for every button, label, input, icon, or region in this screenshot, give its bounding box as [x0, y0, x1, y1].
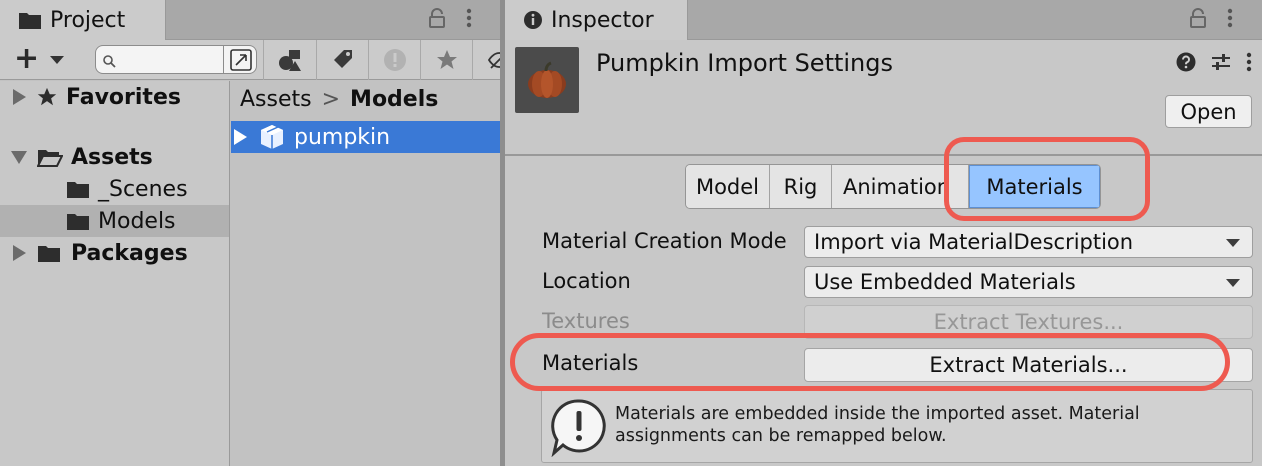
project-tab[interactable]: Project [0, 0, 166, 40]
project-tab-bar: Project [0, 0, 500, 40]
location-label: Location [542, 269, 631, 293]
breadcrumb-models[interactable]: Models [350, 87, 438, 112]
inspector-window-controls [1189, 0, 1233, 40]
preset-settings-icon[interactable] [1210, 52, 1232, 76]
tab-materials[interactable]: Materials [969, 165, 1100, 208]
tree-item-assets[interactable]: Assets [0, 141, 229, 173]
tree-item-label: Favorites [66, 84, 181, 110]
inspector-header-title: Pumpkin Import Settings [596, 49, 893, 77]
breadcrumb: Assets > Models [240, 87, 438, 112]
tree-item-label: Assets [71, 144, 153, 170]
tree-item-label: Packages [71, 240, 188, 266]
project-toolbar: + [0, 40, 500, 80]
tab-model[interactable]: Model [686, 165, 770, 208]
tab-animation[interactable]: Animation [832, 165, 969, 208]
help-message: Materials are embedded inside the import… [615, 404, 1140, 446]
collapse-arrow-icon[interactable] [11, 150, 27, 164]
hidden-packages-icon[interactable] [472, 40, 500, 80]
add-asset-dropdown-icon[interactable] [50, 56, 64, 64]
import-settings-tabs: Model Rig Animation Materials [685, 164, 1101, 209]
info-bubble-icon [550, 397, 608, 461]
search-icon [103, 53, 116, 72]
tree-item-packages[interactable]: Packages [0, 237, 229, 269]
folder-icon [37, 243, 61, 263]
folder-icon [18, 10, 42, 30]
label-icon[interactable] [316, 40, 368, 80]
file-item-pumpkin[interactable]: pumpkin [231, 121, 500, 153]
pumpkin-icon [528, 61, 566, 98]
project-folder-tree: Favorites Assets _Scenes Models Packages [0, 81, 230, 466]
project-panel: Project + Favorites Assets _Scenes Model… [0, 0, 500, 466]
tree-item-label: Models [98, 208, 176, 234]
inspector-tab-bar: Inspector [505, 0, 1262, 40]
search-input[interactable] [118, 49, 218, 70]
materials-label: Materials [542, 351, 639, 375]
info-help-box: Materials are embedded inside the import… [541, 389, 1253, 463]
tree-item-models[interactable]: Models [0, 205, 229, 237]
dropdown-value: Import via MaterialDescription [814, 230, 1134, 254]
extract-textures-button: Extract Textures... [804, 305, 1253, 339]
project-files-pane: Assets > Models pumpkin [231, 81, 500, 466]
search-mode-icon [229, 48, 252, 71]
search-field[interactable] [95, 45, 257, 74]
search-mode-button[interactable] [223, 46, 257, 73]
context-menu-icon[interactable] [1246, 52, 1252, 76]
tree-item-favorites[interactable]: Favorites [0, 81, 229, 113]
open-folder-icon [37, 147, 63, 167]
header-separator [505, 154, 1262, 156]
error-icon[interactable] [368, 40, 420, 80]
lock-icon[interactable] [1189, 7, 1207, 33]
inspector-tab-label: Inspector [551, 7, 654, 33]
info-icon [523, 10, 543, 30]
breadcrumb-separator: > [321, 87, 341, 112]
model-prefab-icon [258, 123, 286, 151]
search-by-type-icon[interactable] [263, 40, 315, 80]
dropdown-arrow-icon [1226, 239, 1240, 247]
lock-icon[interactable] [428, 7, 446, 33]
more-menu-icon[interactable] [1227, 8, 1233, 33]
dropdown-value: Use Embedded Materials [814, 270, 1076, 294]
material-creation-mode-label: Material Creation Mode [542, 229, 787, 253]
inspector-tab[interactable]: Inspector [505, 0, 688, 40]
help-icon[interactable] [1176, 52, 1196, 76]
asset-preview-thumbnail [515, 47, 579, 113]
expand-arrow-icon[interactable] [234, 129, 247, 145]
dropdown-arrow-icon [1226, 279, 1240, 287]
tree-item-label: _Scenes [98, 176, 188, 202]
extract-materials-button[interactable]: Extract Materials... [804, 348, 1253, 382]
header-actions [1176, 52, 1252, 76]
expand-arrow-icon[interactable] [13, 89, 26, 105]
material-creation-mode-dropdown[interactable]: Import via MaterialDescription [804, 226, 1253, 258]
more-menu-icon[interactable] [466, 8, 472, 33]
folder-icon [66, 211, 90, 231]
project-tab-label: Project [50, 7, 126, 33]
open-button[interactable]: Open [1165, 95, 1252, 128]
folder-icon [66, 179, 90, 199]
breadcrumb-assets[interactable]: Assets [240, 87, 312, 112]
expand-arrow-icon[interactable] [13, 245, 26, 261]
tree-item-scenes[interactable]: _Scenes [0, 173, 229, 205]
location-dropdown[interactable]: Use Embedded Materials [804, 266, 1253, 298]
file-item-label: pumpkin [294, 124, 391, 150]
inspector-panel: Inspector Pumpkin Import Settings Open M… [505, 0, 1262, 466]
tab-rig[interactable]: Rig [770, 165, 832, 208]
textures-label: Textures [542, 309, 630, 333]
project-window-controls [428, 0, 472, 40]
favorite-icon[interactable] [420, 40, 472, 80]
star-icon [36, 86, 58, 108]
add-asset-button[interactable]: + [14, 44, 39, 74]
